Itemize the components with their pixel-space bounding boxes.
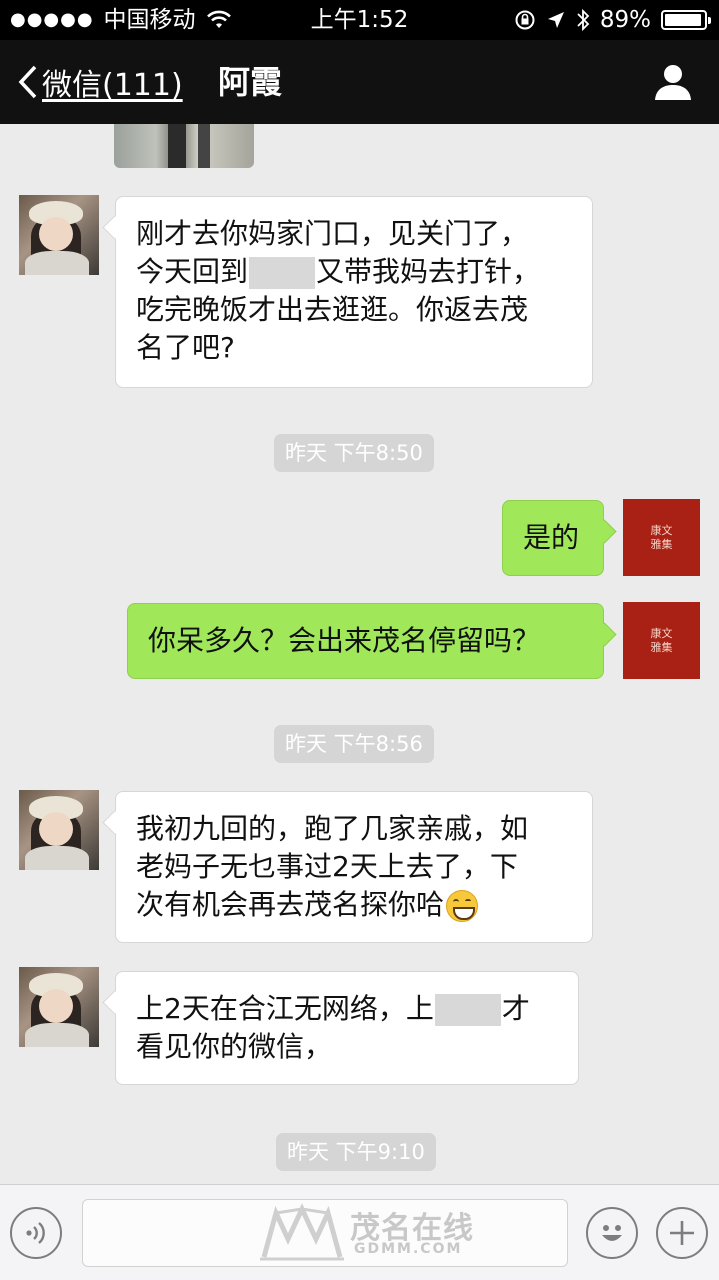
message-text: 你呆多久？会出来茂名停留吗？ xyxy=(148,624,541,657)
my-avatar[interactable]: 康文 雅集 xyxy=(623,602,700,679)
message-text: 今天回到 xyxy=(136,255,249,288)
message-text: 是的 xyxy=(523,521,580,554)
emoji-button[interactable] xyxy=(586,1207,638,1259)
message-bubble-incoming[interactable]: 我初九回的，跑了几家亲戚，如 老妈子无乜事过2天上去了，下 次有机会再去茂名探你… xyxy=(115,791,593,943)
message-text: 上2天在合江无网络，上 xyxy=(136,992,434,1025)
emoji-icon xyxy=(602,1225,622,1241)
timestamp: 昨天 下午8:56 xyxy=(274,725,434,763)
status-bar: ●●●●● 中国移动 上午1:52 89% xyxy=(0,0,719,40)
message-line: 次有机会再去茂名探你哈 xyxy=(136,886,572,924)
message-bubble-incoming[interactable]: 刚才去你妈家门口，见关门了， 今天回到 又带我妈去打针， 吃完晚饭才出去逛逛。你返… xyxy=(115,196,593,388)
nav-bar: 微信(111) 阿霞 xyxy=(0,40,719,124)
profile-icon[interactable] xyxy=(653,62,693,102)
my-avatar-seal: 康文 雅集 xyxy=(650,626,673,654)
message-line: 今天回到 又带我妈去打针， xyxy=(136,253,572,291)
grin-emoji-icon xyxy=(446,890,479,922)
contact-avatar[interactable] xyxy=(19,195,99,275)
lock-rotation-icon xyxy=(515,10,535,30)
shared-photo[interactable] xyxy=(114,124,254,168)
battery-percent: 89% xyxy=(599,7,651,33)
message-line: 吃完晚饭才出去逛逛。你返去茂 xyxy=(136,293,529,326)
back-label: 微信(111) xyxy=(42,68,183,103)
message-text: 才 xyxy=(501,992,530,1025)
chat-title: 阿霞 xyxy=(218,63,283,101)
battery-icon xyxy=(661,10,711,30)
contact-avatar[interactable] xyxy=(19,967,99,1047)
message-line: 我初九回的，跑了几家亲戚，如 xyxy=(136,812,529,845)
message-line: 刚才去你妈家门口，见关门了， xyxy=(136,217,529,250)
timestamp: 昨天 下午9:10 xyxy=(276,1133,436,1171)
bluetooth-icon xyxy=(577,8,590,32)
input-bar: 茂名在线 GDMM.COM xyxy=(0,1184,719,1280)
back-button[interactable]: 微信(111) xyxy=(18,40,183,124)
voice-icon xyxy=(26,1222,45,1244)
message-bubble-incoming[interactable]: 上2天在合江无网络，上 才 看见你的微信， xyxy=(115,971,579,1085)
message-bubble-outgoing[interactable]: 是的 xyxy=(502,500,604,576)
contact-avatar[interactable] xyxy=(19,790,99,870)
plus-icon xyxy=(670,1221,694,1245)
chat-area[interactable]: 刚才去你妈家门口，见关门了， 今天回到 又带我妈去打针， 吃完晚饭才出去逛逛。你返… xyxy=(0,124,719,1184)
message-line: 看见你的微信， xyxy=(136,1030,333,1063)
status-right: 89% xyxy=(514,0,711,40)
redacted-block xyxy=(249,257,316,289)
message-line: 上2天在合江无网络，上 才 xyxy=(136,990,558,1028)
plus-button[interactable] xyxy=(656,1207,708,1259)
my-avatar-seal: 康文 雅集 xyxy=(650,523,673,551)
message-text: 又带我妈去打针， xyxy=(316,255,541,288)
redacted-block xyxy=(434,994,501,1026)
timestamp: 昨天 下午8:50 xyxy=(274,434,434,472)
location-icon xyxy=(547,12,564,28)
back-chevron-icon xyxy=(18,65,37,99)
message-line: 名了吧? xyxy=(136,331,235,364)
message-bubble-outgoing[interactable]: 你呆多久？会出来茂名停留吗？ xyxy=(127,603,604,679)
message-text: 次有机会再去茂名探你哈 xyxy=(136,888,445,921)
voice-button[interactable] xyxy=(10,1207,62,1259)
message-line: 老妈子无乜事过2天上去了，下 xyxy=(136,850,518,883)
my-avatar[interactable]: 康文 雅集 xyxy=(623,499,700,576)
message-input[interactable] xyxy=(82,1199,568,1267)
